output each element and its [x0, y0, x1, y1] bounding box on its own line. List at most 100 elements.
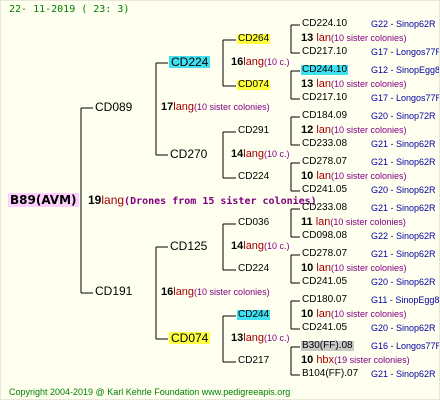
gen4-num-8: 10	[301, 354, 314, 366]
gen1-parent-2-info: 16lang(10 sister colonies)	[161, 287, 270, 298]
gen4-sire-b-origin-4: G20 - Sinop62R	[371, 185, 436, 195]
footer-copyright: Copyright 2004-2019 @ Karl Kehrle Founda…	[9, 387, 291, 397]
gen4-lang-2: lan	[316, 78, 331, 90]
pedigree-chart: 22- 11-2019 ( 23: 3) B89(AVM) 19lang(Dro…	[0, 0, 440, 400]
gen4-lang-3: lan	[316, 124, 331, 136]
gen4-sire-b-origin-6: G20 - Sinop62R	[371, 277, 436, 287]
gen4-sc-6: (10 sister colonies)	[331, 263, 407, 273]
gen1-parent-1-sc: (10 sister colonies)	[194, 102, 270, 112]
gen4-drone-info-4: 10 lan(10 sister colonies)	[301, 171, 407, 182]
gen4-sc-5: (10 sister colonies)	[330, 217, 406, 227]
gen2-node-3-info: 14lang(10 c.)	[231, 241, 290, 252]
gen4-sc-3: (10 sister colonies)	[331, 125, 407, 135]
gen2-node-2[interactable]: CD270	[169, 148, 208, 160]
gen4-sire-a-1[interactable]: CD224.10	[301, 19, 348, 29]
gen4-drone-info-2: 13 lan(10 sister colonies)	[301, 79, 407, 90]
gen3-node-2[interactable]: CD074	[237, 80, 271, 90]
gen4-sire-b-5[interactable]: CD098.08	[301, 231, 348, 241]
gen2-node-1-lang: lang	[243, 56, 265, 68]
gen1-parent-2[interactable]: CD191	[94, 285, 133, 297]
gen4-lang-6: lan	[316, 262, 331, 274]
gen2-node-4[interactable]: CD074	[169, 332, 211, 344]
gen1-parent-2-sc: (10 sister colonies)	[194, 287, 270, 297]
gen4-sire-b-6[interactable]: CD241.05	[301, 277, 348, 287]
gen4-sc-4: (10 sister colonies)	[331, 171, 407, 181]
gen4-sire-b-3[interactable]: CD233.08	[301, 139, 348, 149]
gen4-sire-b-7[interactable]: CD241.05	[301, 323, 348, 333]
root-num: 19	[88, 193, 102, 207]
gen4-sc-1: (10 sister colonies)	[331, 33, 407, 43]
gen4-num-5: 11	[301, 216, 313, 228]
gen4-sire-a-7[interactable]: CD180.07	[301, 295, 348, 305]
root-sister-colonies: (Drones from 15 sister colonies)	[124, 196, 317, 207]
gen2-node-1[interactable]: CD224	[169, 56, 211, 68]
gen4-num-4: 10	[301, 170, 314, 182]
gen4-sire-b-1[interactable]: CD217.10	[301, 47, 348, 57]
gen1-parent-1[interactable]: CD089	[94, 101, 133, 113]
gen3-node-8[interactable]: CD217	[237, 356, 270, 366]
gen4-drone-info-1: 13 lan(10 sister colonies)	[301, 33, 407, 44]
gen4-num-7: 10	[301, 308, 314, 320]
gen4-lang-5: lan	[315, 216, 331, 228]
gen3-node-7[interactable]: CD244	[237, 310, 271, 320]
gen4-sire-a-6[interactable]: CD278.07	[301, 249, 348, 259]
gen2-node-2-info: 14lang(10 c.)	[231, 149, 290, 160]
gen2-node-2-num: 14	[231, 148, 244, 160]
gen4-num-6: 10	[301, 262, 314, 274]
gen4-sire-b-4[interactable]: CD241.05	[301, 185, 348, 195]
gen3-node-5[interactable]: CD036	[237, 218, 270, 228]
gen4-sire-b-origin-2: G17 - Longos77R	[371, 93, 440, 103]
gen2-node-4-lang: lang	[243, 332, 265, 344]
gen2-node-3[interactable]: CD125	[169, 240, 208, 252]
gen4-sire-a-4[interactable]: CD278.07	[301, 157, 348, 167]
gen4-lang-7: lan	[316, 308, 331, 320]
header-date: 22- 11-2019 ( 23: 3)	[9, 4, 130, 15]
gen4-sire-a-2[interactable]: CD244.10	[301, 65, 349, 75]
gen1-parent-1-lang: lang	[173, 101, 195, 113]
gen4-sire-a-3[interactable]: CD184.09	[301, 111, 348, 121]
gen4-sire-a-origin-7: G11 - SinopEgg86R	[371, 295, 440, 305]
gen2-node-2-lang: lang	[243, 148, 265, 160]
gen4-sire-b-8[interactable]: B104(FF).07	[301, 369, 359, 379]
gen4-sire-a-origin-2: G12 - SinopEgg86R	[371, 65, 440, 75]
gen4-sire-b-origin-1: G17 - Longos77R	[371, 47, 440, 57]
gen4-sire-b-origin-8: G21 - Sinop62R	[371, 369, 436, 379]
gen3-node-3[interactable]: CD291	[237, 126, 270, 136]
root-queen-label[interactable]: B89(AVM)	[8, 193, 79, 207]
gen2-node-2-sc: (10 c.)	[264, 149, 290, 159]
root-lang: lang	[101, 193, 125, 207]
gen4-lang-4: lan	[316, 170, 331, 182]
gen2-node-1-num: 16	[231, 56, 244, 68]
gen4-sc-2: (10 sister colonies)	[331, 79, 407, 89]
root-drone-info: 19lang(Drones from 15 sister colonies)	[88, 194, 317, 207]
gen4-sire-a-5[interactable]: CD233.08	[301, 203, 348, 213]
gen4-drone-info-7: 10 lan(10 sister colonies)	[301, 309, 407, 320]
gen4-sc-7: (10 sister colonies)	[331, 309, 407, 319]
gen4-lang-8: hbx	[316, 354, 335, 366]
gen4-lang-1: lan	[316, 32, 331, 44]
gen2-node-3-lang: lang	[243, 240, 265, 252]
gen2-node-4-num: 13	[231, 332, 244, 344]
gen2-node-4-info: 13lang(10 c.)	[231, 333, 290, 344]
gen4-drone-info-3: 12 lan(10 sister colonies)	[301, 125, 407, 136]
gen1-parent-1-info: 17lang(10 sister colonies)	[161, 102, 270, 113]
gen4-sire-a-origin-3: G20 - Sinop72R	[371, 111, 436, 121]
gen4-sire-a-origin-6: G21 - Sinop62R	[371, 249, 436, 259]
gen2-node-1-sc: (10 c.)	[264, 57, 290, 67]
gen4-sire-a-origin-1: G22 - Sinop62R	[371, 19, 436, 29]
gen4-sire-a-8[interactable]: B30(FF).08	[301, 341, 354, 351]
gen1-parent-2-lang: lang	[173, 286, 195, 298]
gen3-node-6[interactable]: CD224	[237, 264, 270, 274]
gen1-parent-2-num: 16	[161, 286, 174, 298]
gen4-sire-b-origin-5: G22 - Sinop62R	[371, 231, 436, 241]
gen4-sire-b-2[interactable]: CD217.10	[301, 93, 348, 103]
gen4-drone-info-6: 10 lan(10 sister colonies)	[301, 263, 407, 274]
gen4-num-2: 13	[301, 78, 314, 90]
gen3-node-4[interactable]: CD224	[237, 172, 270, 182]
gen2-node-3-num: 14	[231, 240, 244, 252]
gen4-num-1: 13	[301, 32, 314, 44]
gen4-drone-info-5: 11 lan(10 sister colonies)	[301, 217, 406, 228]
gen4-drone-info-8: 10 hbx(19 sister colonies)	[301, 355, 410, 366]
gen3-node-1[interactable]: CD264	[237, 34, 271, 44]
gen1-parent-1-num: 17	[161, 101, 174, 113]
